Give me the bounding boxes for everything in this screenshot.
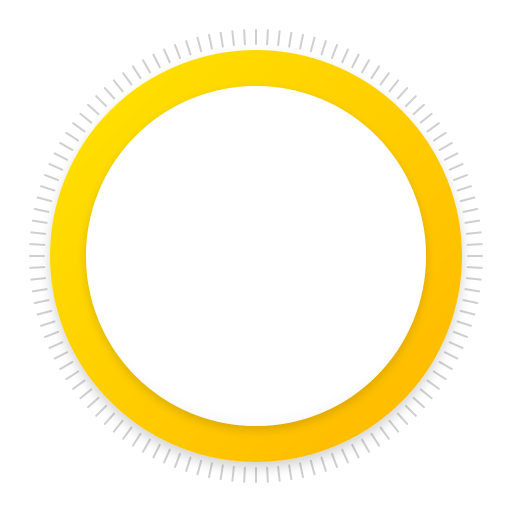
tick-mark [243, 29, 246, 46]
tick-mark [466, 266, 483, 269]
dial-icon [0, 0, 512, 512]
tick-mark [466, 243, 483, 246]
tick-mark [29, 266, 46, 269]
app-icon [0, 0, 512, 512]
tick-mark [243, 466, 246, 483]
tick-mark [266, 466, 269, 483]
tick-mark [266, 29, 269, 46]
inner-face [86, 86, 426, 426]
tick-mark [29, 243, 46, 246]
